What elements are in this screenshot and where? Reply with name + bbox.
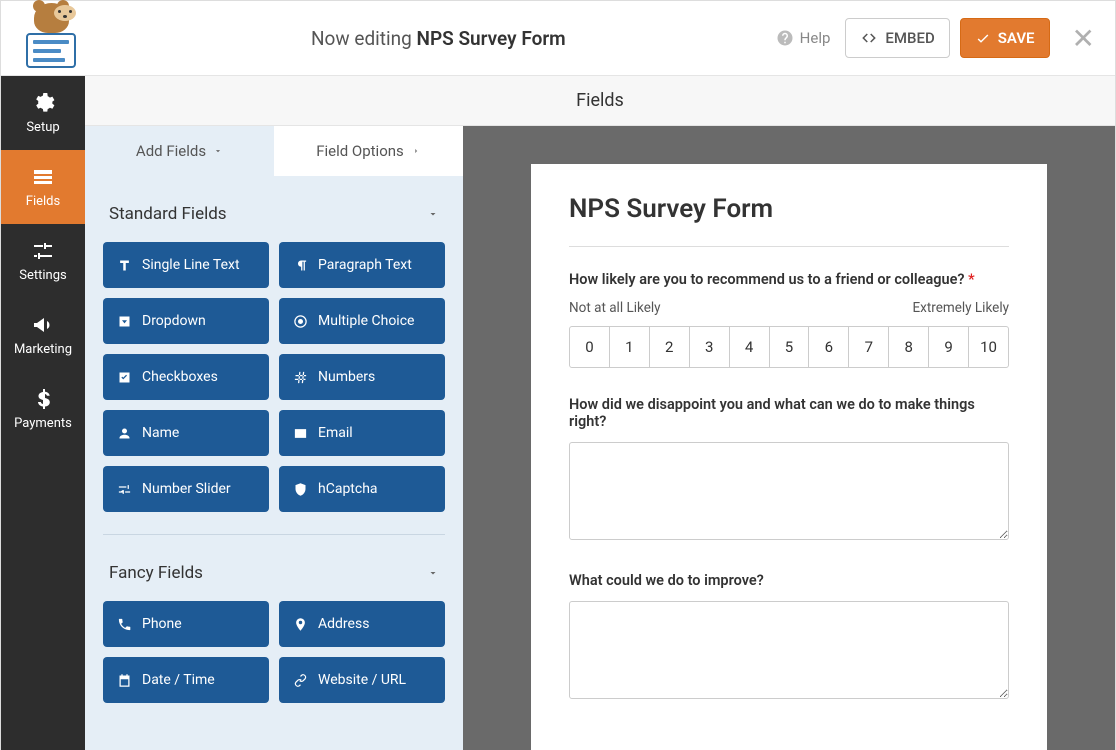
- scale-low-label: Not at all Likely: [569, 300, 661, 316]
- radio-icon: [293, 314, 308, 329]
- help-link[interactable]: Help: [776, 29, 831, 47]
- field-type-website-url[interactable]: Website / URL: [279, 657, 445, 703]
- field-type-name[interactable]: Name: [103, 410, 269, 456]
- text-icon: [117, 258, 132, 273]
- question-label: What could we do to improve?: [569, 572, 1009, 589]
- scale-high-label: Extremely Likely: [912, 300, 1009, 316]
- code-icon: [860, 29, 878, 47]
- user-icon: [117, 426, 132, 441]
- field-type-date-time[interactable]: Date / Time: [103, 657, 269, 703]
- field-type-email[interactable]: Email: [279, 410, 445, 456]
- sliders-h-icon: [117, 482, 132, 497]
- section-header[interactable]: Fancy Fields: [103, 535, 445, 601]
- field-type-paragraph-text[interactable]: Paragraph Text: [279, 242, 445, 288]
- field-type-hcaptcha[interactable]: hCaptcha: [279, 466, 445, 512]
- close-button[interactable]: ✕: [1072, 22, 1095, 55]
- pin-icon: [293, 617, 308, 632]
- field-type-multiple-choice[interactable]: Multiple Choice: [279, 298, 445, 344]
- caret-sq-icon: [117, 314, 132, 329]
- scale-option-3[interactable]: 3: [690, 327, 730, 367]
- form-title: NPS Survey Form: [569, 194, 1009, 224]
- field-type-address[interactable]: Address: [279, 601, 445, 647]
- improve-textarea[interactable]: [569, 601, 1009, 699]
- phone-icon: [117, 617, 132, 632]
- sidebar-item-setup[interactable]: Setup: [1, 76, 85, 150]
- page-title: Now editing NPS Survey Form: [101, 27, 776, 50]
- field-type-number-slider[interactable]: Number Slider: [103, 466, 269, 512]
- hash-icon: [293, 370, 308, 385]
- gear-icon: [31, 91, 55, 115]
- sidebar-item-fields[interactable]: Fields: [1, 150, 85, 224]
- scale-option-4[interactable]: 4: [730, 327, 770, 367]
- scale-option-0[interactable]: 0: [570, 327, 610, 367]
- form-preview: NPS Survey Form How likely are you to re…: [531, 164, 1047, 750]
- scale-option-2[interactable]: 2: [650, 327, 690, 367]
- field-type-checkboxes[interactable]: Checkboxes: [103, 354, 269, 400]
- field-type-phone[interactable]: Phone: [103, 601, 269, 647]
- dollar-icon: [31, 387, 55, 411]
- field-type-single-line-text[interactable]: Single Line Text: [103, 242, 269, 288]
- link-icon: [293, 673, 308, 688]
- scale-option-7[interactable]: 7: [849, 327, 889, 367]
- scale-option-8[interactable]: 8: [889, 327, 929, 367]
- embed-button[interactable]: EMBED: [845, 18, 949, 58]
- section-header[interactable]: Standard Fields: [103, 176, 445, 242]
- question-label: How did we disappoint you and what can w…: [569, 396, 1009, 430]
- paragraph-icon: [293, 258, 308, 273]
- sidebar-item-settings[interactable]: Settings: [1, 224, 85, 298]
- sidebar-item-marketing[interactable]: Marketing: [1, 298, 85, 372]
- shield-icon: [293, 482, 308, 497]
- save-button[interactable]: SAVE: [960, 18, 1050, 58]
- check-icon: [975, 30, 991, 46]
- nps-scale: 012345678910: [569, 326, 1009, 368]
- form-icon: [31, 165, 55, 189]
- panel-title: Fields: [85, 76, 1115, 126]
- help-icon: [776, 29, 794, 47]
- chevron-down-icon: [427, 208, 439, 220]
- bullhorn-icon: [31, 313, 55, 337]
- scale-option-1[interactable]: 1: [610, 327, 650, 367]
- scale-option-6[interactable]: 6: [809, 327, 849, 367]
- field-type-numbers[interactable]: Numbers: [279, 354, 445, 400]
- sidebar-item-payments[interactable]: Payments: [1, 372, 85, 446]
- sliders-icon: [31, 239, 55, 263]
- chevron-down-icon: [213, 146, 223, 156]
- scale-option-10[interactable]: 10: [969, 327, 1008, 367]
- chevron-right-icon: [411, 146, 421, 156]
- disappoint-textarea[interactable]: [569, 442, 1009, 540]
- divider: [569, 246, 1009, 247]
- question-label: How likely are you to recommend us to a …: [569, 271, 1009, 288]
- app-logo: [21, 8, 81, 68]
- field-type-dropdown[interactable]: Dropdown: [103, 298, 269, 344]
- tab-field-options[interactable]: Field Options: [274, 126, 463, 176]
- calendar-icon: [117, 673, 132, 688]
- envelope-icon: [293, 426, 308, 441]
- main-sidebar: SetupFieldsSettingsMarketingPayments: [1, 76, 85, 750]
- scale-option-9[interactable]: 9: [929, 327, 969, 367]
- check-sq-icon: [117, 370, 132, 385]
- tab-add-fields[interactable]: Add Fields: [85, 126, 274, 176]
- scale-option-5[interactable]: 5: [770, 327, 810, 367]
- chevron-down-icon: [427, 567, 439, 579]
